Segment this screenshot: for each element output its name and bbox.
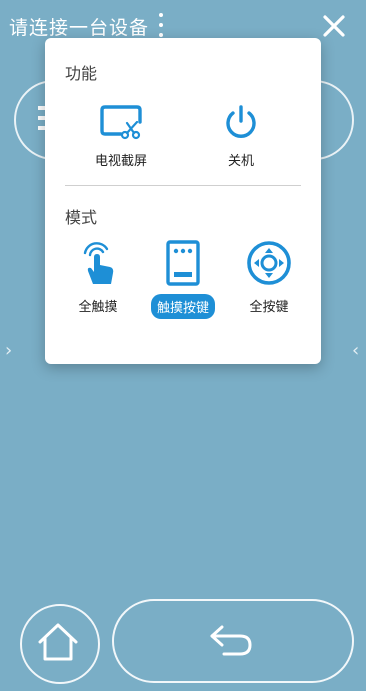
- tv-screenshot-button[interactable]: 电视截屏: [85, 104, 157, 171]
- back-button[interactable]: [112, 599, 354, 683]
- tv-screenshot-icon: [100, 105, 142, 140]
- mode-full-keys[interactable]: 全按键: [233, 240, 305, 317]
- home-icon: [38, 623, 78, 661]
- mode-full-touch-label: 全触摸: [78, 300, 118, 315]
- mode-full-keys-label: 全按键: [249, 300, 289, 315]
- remote-keys-icon: [166, 240, 200, 286]
- mode-full-touch[interactable]: 全触摸: [63, 240, 133, 317]
- close-icon[interactable]: [320, 12, 348, 40]
- mode-touch-keys-label: 触摸按键: [150, 294, 215, 319]
- power-off-button[interactable]: 关机: [205, 104, 277, 171]
- dpad-icon: [247, 241, 291, 285]
- section-title-mode: 模式: [65, 208, 98, 227]
- home-button[interactable]: [20, 604, 100, 684]
- power-icon: [226, 105, 256, 138]
- right-edge-arrow-icon[interactable]: ‹: [352, 340, 359, 361]
- more-options-icon[interactable]: [156, 10, 166, 40]
- section-title-function: 功能: [65, 64, 98, 83]
- tv-screenshot-label: 电视截屏: [94, 154, 147, 169]
- page-title: 请连接一台设备: [9, 17, 150, 39]
- mode-touch-keys[interactable]: 触摸按键: [145, 240, 221, 319]
- section-divider: [65, 185, 301, 186]
- left-edge-arrow-icon[interactable]: ›: [5, 340, 12, 361]
- touch-icon: [83, 242, 114, 284]
- options-popup: 功能 电视截屏 关机 模式 全触摸 触摸按键 全按键: [45, 38, 321, 364]
- back-arrow-icon: [210, 625, 252, 656]
- power-off-label: 关机: [227, 154, 254, 169]
